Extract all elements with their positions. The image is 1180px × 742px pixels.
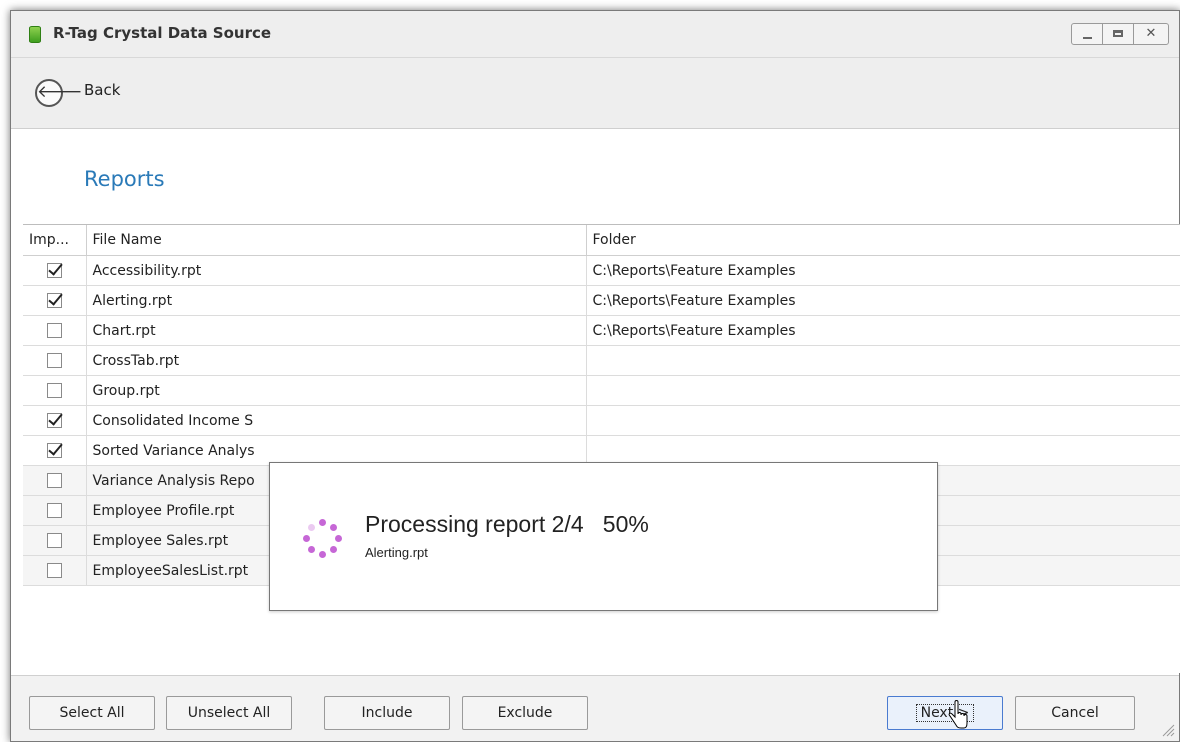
folder-cell[interactable] xyxy=(586,375,1180,406)
column-header-file-name[interactable]: File Name xyxy=(86,225,587,256)
maximize-button[interactable] xyxy=(1102,23,1134,45)
column-header-import[interactable]: Imp... xyxy=(23,225,87,256)
progress-popup: Processing report 2/4 50% Alerting.rpt xyxy=(269,462,938,611)
import-checkbox[interactable] xyxy=(46,503,62,518)
import-cell xyxy=(23,465,87,496)
button-bar: Select All Unselect All Include Exclude … xyxy=(11,675,1179,741)
resize-grip-icon[interactable] xyxy=(1161,723,1175,737)
maximize-icon xyxy=(1113,30,1123,37)
exclude-button[interactable]: Exclude xyxy=(462,696,588,730)
file-name-cell[interactable]: CrossTab.rpt xyxy=(86,345,587,376)
close-button[interactable]: ✕ xyxy=(1133,23,1169,45)
table-row[interactable]: Sorted Variance Analys xyxy=(23,435,1180,466)
table-row[interactable]: Group.rpt xyxy=(23,375,1180,406)
close-icon: ✕ xyxy=(1145,26,1157,41)
next-button[interactable]: Next > xyxy=(887,696,1003,730)
back-button[interactable]: 🡐 xyxy=(35,79,83,107)
folder-cell[interactable] xyxy=(586,405,1180,436)
grid-header-row: Imp... File Name Folder xyxy=(23,225,1180,256)
import-cell xyxy=(23,345,87,376)
table-row[interactable]: Chart.rpt C:\Reports\Feature Examples xyxy=(23,315,1180,346)
import-cell xyxy=(23,405,87,436)
import-cell xyxy=(23,255,87,286)
table-row[interactable]: Accessibility.rpt C:\Reports\Feature Exam… xyxy=(23,255,1180,286)
import-checkbox[interactable] xyxy=(46,263,62,278)
database-icon xyxy=(29,26,41,43)
import-checkbox[interactable] xyxy=(46,353,62,368)
import-checkbox[interactable] xyxy=(46,443,62,458)
window-title: R-Tag Crystal Data Source xyxy=(53,24,272,42)
import-checkbox[interactable] xyxy=(46,473,62,488)
import-checkbox[interactable] xyxy=(46,413,62,428)
folder-cell[interactable]: C:\Reports\Feature Examples xyxy=(586,285,1180,316)
import-cell xyxy=(23,375,87,406)
progress-current-file: Alerting.rpt xyxy=(365,545,428,560)
import-checkbox[interactable] xyxy=(46,293,62,308)
page-title: Reports xyxy=(84,167,165,191)
mouse-cursor-icon xyxy=(948,700,968,729)
file-name-cell[interactable]: Chart.rpt xyxy=(86,315,587,346)
minimize-button[interactable] xyxy=(1071,23,1103,45)
arrow-left-icon: 🡐 xyxy=(37,82,83,102)
folder-cell[interactable] xyxy=(586,435,1180,466)
file-name-cell[interactable]: Sorted Variance Analys xyxy=(86,435,587,466)
progress-message: Processing report 2/4 50% xyxy=(365,511,649,537)
import-checkbox[interactable] xyxy=(46,533,62,548)
file-name-cell[interactable]: Alerting.rpt xyxy=(86,285,587,316)
column-header-folder[interactable]: Folder xyxy=(586,225,1180,256)
import-cell xyxy=(23,285,87,316)
select-all-button[interactable]: Select All xyxy=(29,696,155,730)
table-row[interactable]: CrossTab.rpt xyxy=(23,345,1180,376)
cancel-button[interactable]: Cancel xyxy=(1015,696,1135,730)
app-window: R-Tag Crystal Data Source ✕ 🡐 Back Repor… xyxy=(10,10,1180,742)
loading-spinner-icon xyxy=(303,519,343,559)
include-button[interactable]: Include xyxy=(324,696,450,730)
folder-cell[interactable] xyxy=(586,345,1180,376)
nav-bar: 🡐 Back xyxy=(11,58,1179,129)
import-checkbox[interactable] xyxy=(46,563,62,578)
import-cell xyxy=(23,315,87,346)
import-cell xyxy=(23,435,87,466)
window-controls: ✕ xyxy=(1071,23,1169,45)
file-name-cell[interactable]: Consolidated Income S xyxy=(86,405,587,436)
unselect-all-button[interactable]: Unselect All xyxy=(166,696,292,730)
file-name-cell[interactable]: Group.rpt xyxy=(86,375,587,406)
folder-cell[interactable]: C:\Reports\Feature Examples xyxy=(586,255,1180,286)
table-row[interactable]: Alerting.rpt C:\Reports\Feature Examples xyxy=(23,285,1180,316)
main-content: Reports Imp... File Name Folder Accessib… xyxy=(11,129,1180,675)
title-bar[interactable]: R-Tag Crystal Data Source ✕ xyxy=(11,11,1179,58)
back-label[interactable]: Back xyxy=(84,81,120,99)
minimize-icon xyxy=(1083,37,1092,39)
import-checkbox[interactable] xyxy=(46,383,62,398)
file-name-cell[interactable]: Accessibility.rpt xyxy=(86,255,587,286)
import-checkbox[interactable] xyxy=(46,323,62,338)
import-cell xyxy=(23,495,87,526)
import-cell xyxy=(23,555,87,586)
table-row[interactable]: Consolidated Income S xyxy=(23,405,1180,436)
folder-cell[interactable]: C:\Reports\Feature Examples xyxy=(586,315,1180,346)
import-cell xyxy=(23,525,87,556)
